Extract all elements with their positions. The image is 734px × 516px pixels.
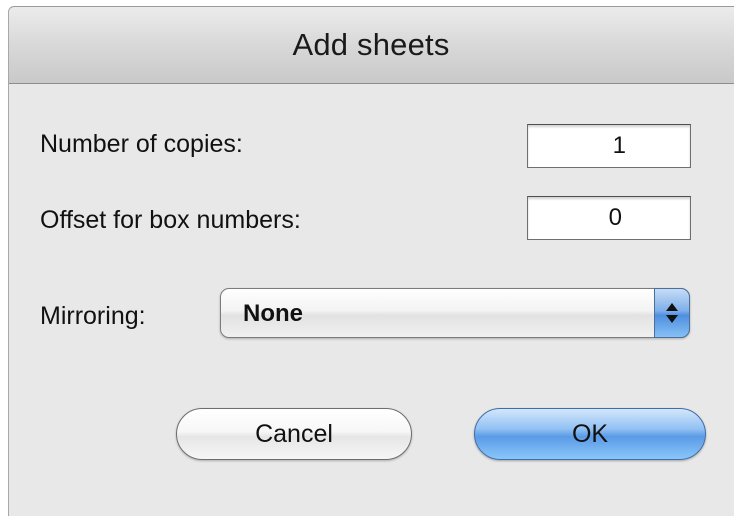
dialog-title: Add sheets	[292, 27, 450, 62]
mirroring-popup[interactable]: None	[220, 288, 690, 338]
offset-label: Offset for box numbers:	[40, 206, 301, 234]
ok-button[interactable]: OK	[474, 408, 706, 460]
mirroring-label: Mirroring:	[40, 302, 146, 330]
updown-arrows-icon	[654, 288, 690, 338]
copies-label: Number of copies:	[40, 130, 243, 158]
title-bar[interactable]: Add sheets	[9, 7, 734, 84]
offset-field[interactable]	[527, 196, 691, 240]
mirroring-selected-value: None	[243, 300, 303, 327]
cancel-button[interactable]: Cancel	[176, 408, 412, 460]
copies-field[interactable]	[527, 124, 691, 168]
